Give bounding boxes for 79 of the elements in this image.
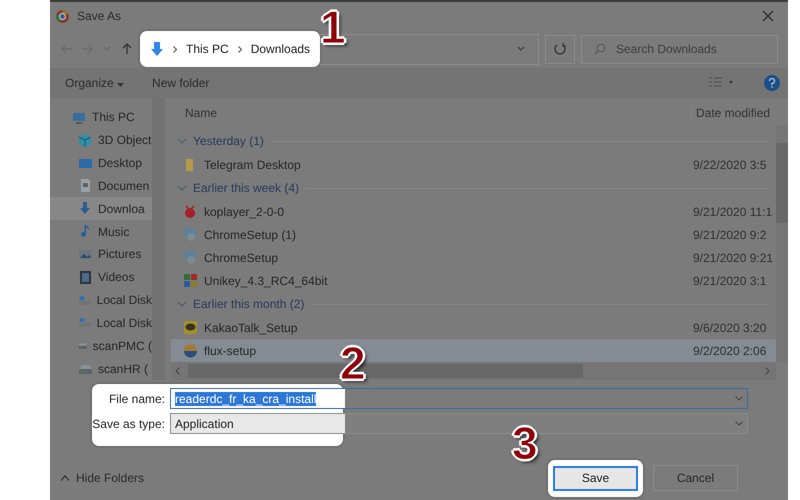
window-title: Save As (77, 9, 122, 23)
file-name-label: File name: (108, 392, 165, 406)
sidebar-item[interactable]: scanHR ( (50, 357, 152, 380)
search-icon (594, 43, 606, 55)
file-name: Telegram Desktop (204, 158, 301, 172)
sidebar-item[interactable]: Pictures (50, 242, 152, 266)
help-icon[interactable] (764, 75, 780, 91)
sidebar-item[interactable]: Downloa (50, 197, 152, 220)
sidebar-item[interactable]: Music (50, 220, 152, 243)
breadcrumb-item[interactable]: Downloads (250, 42, 310, 56)
sidebar-item[interactable]: Documen (50, 174, 152, 198)
file-name-field[interactable]: readerdc_fr_ka_cra_install (170, 388, 748, 409)
document-icon (78, 178, 93, 194)
videos-icon (78, 270, 93, 285)
breadcrumb-item[interactable]: This PC (186, 42, 229, 56)
date-modified: 9/21/2020 9:2 (693, 228, 768, 242)
sidebar-item[interactable]: 3D Object (50, 128, 152, 152)
sidebar-item[interactable]: Local Disk (50, 288, 152, 312)
file-row[interactable]: ChromeSetup 9/21/2020 9:21 (171, 246, 776, 270)
caret-icon (117, 83, 124, 87)
file-row[interactable]: Unikey_4.3_RC4_64bit 9/21/2020 3:1 (171, 269, 776, 292)
scroll-right-icon[interactable] (765, 367, 770, 376)
search-field[interactable]: Search Downloads (581, 34, 778, 64)
file-name: flux-setup (204, 344, 256, 358)
chevron-right-icon (173, 46, 177, 52)
hide-folders-button[interactable]: Hide Folders (60, 471, 144, 485)
disc-icon (183, 343, 198, 358)
column-header[interactable]: Date modified (691, 106, 776, 120)
bug-icon (183, 204, 198, 220)
file-name: koplayer_2-0-0 (204, 204, 284, 219)
download-icon (78, 201, 93, 216)
step-number: 1 (320, 4, 346, 50)
browser-logo-icon (55, 8, 70, 24)
chevron-up-icon (60, 475, 70, 481)
file-row[interactable]: Telegram Desktop 9/22/2020 3:5 (171, 153, 776, 176)
dropdown-chevron-icon (735, 396, 743, 401)
date-modified: 9/21/2020 9:21 (693, 250, 774, 265)
date-modified: 9/21/2020 11:1 (693, 204, 774, 219)
file-row[interactable]: KakaoTalk_Setup 9/6/2020 3:20 (171, 316, 776, 340)
sidebar-item[interactable]: Videos (50, 266, 152, 289)
cancel-button[interactable]: Cancel (653, 465, 738, 491)
file-row[interactable]: ChromeSetup (1) 9/21/2020 9:2 (171, 223, 776, 246)
group-header[interactable]: Earlier this month (2) (193, 297, 304, 312)
organize-menu[interactable]: Organize (65, 76, 124, 90)
chat-icon (183, 320, 198, 336)
up-arrow-icon[interactable] (120, 42, 134, 56)
sidebar-item[interactable]: This PC (50, 106, 152, 129)
chevron-down-icon[interactable] (177, 183, 187, 194)
save-type-label: Save as type: (91, 416, 165, 430)
new-folder-button[interactable]: New folder (152, 76, 210, 90)
chevron-right-icon (238, 46, 242, 52)
file-name: ChromeSetup (1) (204, 228, 296, 242)
setup-icon (183, 250, 198, 266)
tiles-icon (183, 273, 198, 288)
group-header[interactable]: Yesterday (1) (193, 134, 264, 148)
date-modified: 9/21/2020 3:1 (693, 274, 768, 288)
date-modified: 9/6/2020 3:20 (693, 320, 768, 335)
scroll-left-icon[interactable] (175, 367, 180, 376)
file-name: KakaoTalk_Setup (204, 320, 298, 335)
sidebar-item[interactable]: Desktop (50, 152, 152, 174)
vertical-scrollbar[interactable] (776, 125, 788, 362)
dropdown-chevron-icon (735, 421, 743, 426)
date-modified: 9/22/2020 3:5 (693, 158, 768, 172)
refresh-icon (553, 42, 567, 56)
group-header[interactable]: Earlier this week (4) (193, 181, 300, 196)
setup-icon (183, 227, 198, 242)
file-row[interactable]: koplayer_2-0-0 9/21/2020 11:1 (171, 200, 776, 224)
sidebar-item[interactable]: Local Disk (50, 311, 152, 334)
file-name: Unikey_4.3_RC4_64bit (204, 274, 328, 288)
chevron-down-icon[interactable] (177, 299, 187, 310)
date-modified: 9/2/2020 2:06 (693, 344, 768, 358)
file-name: ChromeSetup (204, 250, 278, 265)
cube-icon (78, 132, 93, 148)
refresh-button[interactable] (545, 34, 575, 64)
column-header[interactable]: Name (171, 106, 691, 120)
save-button[interactable]: Save (553, 466, 638, 490)
download-arrow-icon (150, 42, 164, 56)
sidebar-item[interactable]: scanPMC ( (50, 334, 152, 358)
chevron-down-icon[interactable] (177, 136, 187, 146)
